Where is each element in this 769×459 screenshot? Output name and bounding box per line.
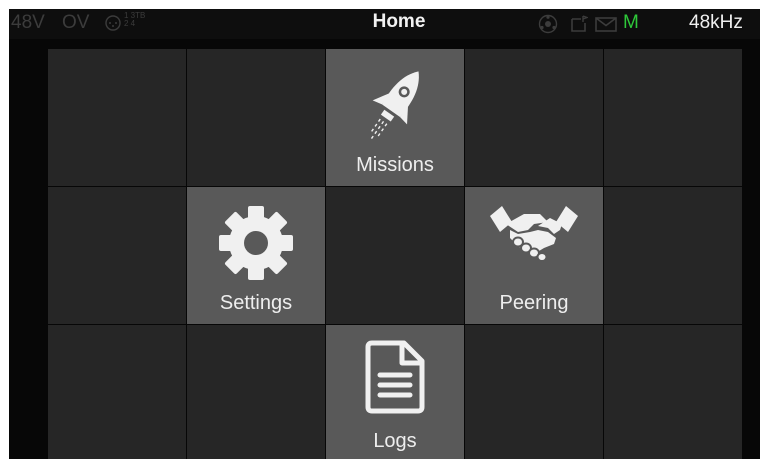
empty-tile [187, 325, 325, 459]
globe-icon [538, 14, 558, 34]
missions-tile[interactable]: Missions [326, 49, 464, 186]
peering-label: Peering [499, 292, 569, 314]
dial-icon [105, 15, 121, 31]
handshake-icon [490, 206, 578, 262]
document-flag-icon [571, 15, 588, 32]
document-icon [365, 340, 425, 414]
overload-indicator: OV [62, 12, 90, 33]
logs-tile[interactable]: Logs [326, 325, 464, 459]
sample-rate: 48kHz [689, 12, 743, 33]
empty-tile [48, 49, 186, 186]
channel-indicator: 1 3TB 2 4 [124, 11, 146, 28]
empty-tile [604, 187, 742, 324]
mode-indicator: M [623, 12, 639, 33]
phantom-power-indicator: 48V [11, 12, 45, 33]
settings-label: Settings [219, 292, 293, 314]
page-title: Home [372, 11, 426, 32]
mail-icon [595, 17, 617, 32]
empty-tile [604, 49, 742, 186]
missions-label: Missions [356, 154, 434, 176]
peering-tile[interactable]: Peering [465, 187, 603, 324]
status-bar: 48V OV 1 3TB 2 4 Home M 48kHz [9, 9, 760, 39]
logs-label: Logs [373, 430, 417, 452]
empty-tile [326, 187, 464, 324]
empty-tile [48, 187, 186, 324]
empty-tile [187, 49, 325, 186]
home-grid: Missions Settings Peering Logs [48, 49, 745, 459]
empty-tile [465, 325, 603, 459]
gear-icon [219, 206, 293, 280]
empty-tile [465, 49, 603, 186]
empty-tile [604, 325, 742, 459]
empty-tile [48, 325, 186, 459]
rocket-icon [369, 71, 419, 139]
settings-tile[interactable]: Settings [187, 187, 325, 324]
device-screen: 48V OV 1 3TB 2 4 Home M 48kHz Missions S… [9, 9, 760, 459]
